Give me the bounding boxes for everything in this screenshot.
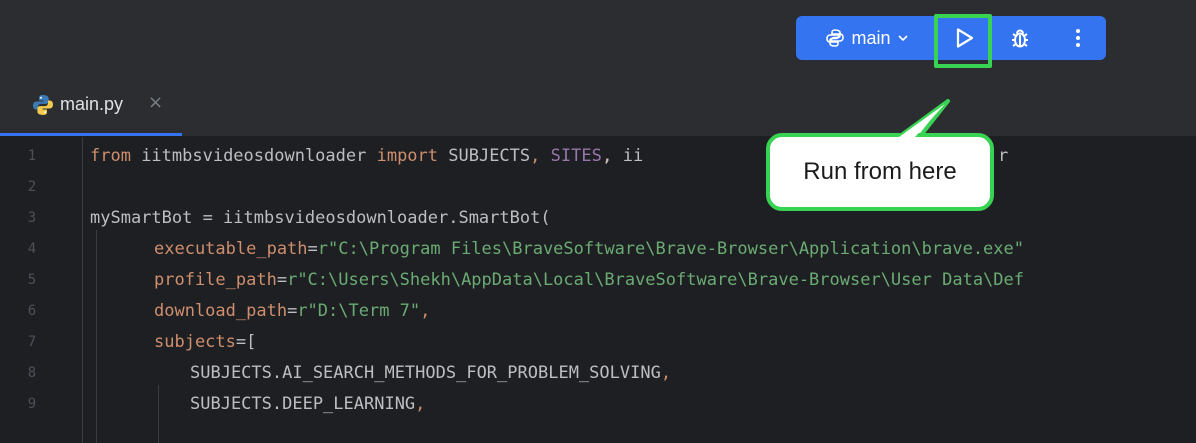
code-editor[interactable]: 1 from iitmbsvideosdownloader import SUB…	[0, 137, 1196, 443]
line-number: 9	[27, 396, 37, 412]
code-line-4: 4 executable_path=r"C:\Program Files\Bra…	[0, 234, 1196, 265]
code-line-2: 2	[0, 172, 1196, 203]
code-text: executable_path=r"C:\Program Files\Brave…	[154, 239, 1024, 259]
debug-button[interactable]	[1000, 16, 1040, 60]
ide-window: main main.py × 1 from iitmbsvideosdownlo…	[0, 0, 1196, 443]
python-file-icon	[33, 95, 53, 115]
editor-tab-bar: main.py ×	[0, 72, 1196, 137]
code-text: subjects=[	[154, 332, 257, 352]
line-number: 2	[27, 179, 37, 195]
more-actions-button[interactable]	[1058, 16, 1098, 60]
line-number: 6	[27, 303, 37, 319]
code-text: download_path=r"D:\Term 7",	[154, 301, 431, 321]
line-number: 3	[27, 210, 37, 226]
line-number: 8	[27, 365, 37, 381]
code-text-tail: r	[998, 146, 1009, 166]
code-line-3: 3 mySmartBot = iitmbsvideosdownloader.Sm…	[0, 203, 1196, 234]
code-line-8: 8 SUBJECTS.AI_SEARCH_METHODS_FOR_PROBLEM…	[0, 358, 1196, 389]
chevron-down-icon	[897, 35, 908, 42]
line-number: 4	[27, 241, 37, 257]
python-icon	[826, 29, 845, 47]
code-line-6: 6 download_path=r"D:\Term 7",	[0, 296, 1196, 327]
run-configuration-label: main	[851, 27, 891, 48]
code-text: from iitmbsvideosdownloader import SUBJE…	[90, 146, 644, 166]
main-toolbar: main	[0, 0, 1196, 72]
code-text: profile_path=r"C:\Users\Shekh\AppData\Lo…	[154, 270, 1024, 290]
more-vertical-icon	[1076, 29, 1080, 47]
callout-bubble: Run from here	[766, 133, 994, 211]
line-number: 5	[27, 272, 37, 288]
tab-main-py[interactable]: main.py ×	[0, 72, 182, 136]
line-number: 1	[27, 148, 37, 164]
code-line-9: 9 SUBJECTS.DEEP_LEARNING,	[0, 389, 1196, 420]
code-line-7: 7 subjects=[	[0, 327, 1196, 358]
close-tab-icon[interactable]: ×	[148, 92, 163, 113]
code-text: mySmartBot = iitmbsvideosdownloader.Smar…	[90, 208, 551, 228]
debug-icon	[1012, 29, 1028, 48]
code-text: SUBJECTS.AI_SEARCH_METHODS_FOR_PROBLEM_S…	[190, 363, 672, 383]
code-line-1: 1 from iitmbsvideosdownloader import SUB…	[0, 141, 1196, 172]
run-configuration-selector[interactable]: main	[804, 16, 930, 60]
line-number: 7	[27, 334, 37, 350]
code-line-5: 5 profile_path=r"C:\Users\Shekh\AppData\…	[0, 265, 1196, 296]
code-text: SUBJECTS.DEEP_LEARNING,	[190, 394, 426, 414]
callout-text: Run from here	[803, 158, 957, 185]
active-tab-indicator	[0, 133, 182, 136]
run-button-highlight	[934, 14, 992, 68]
tab-label: main.py	[60, 94, 124, 114]
